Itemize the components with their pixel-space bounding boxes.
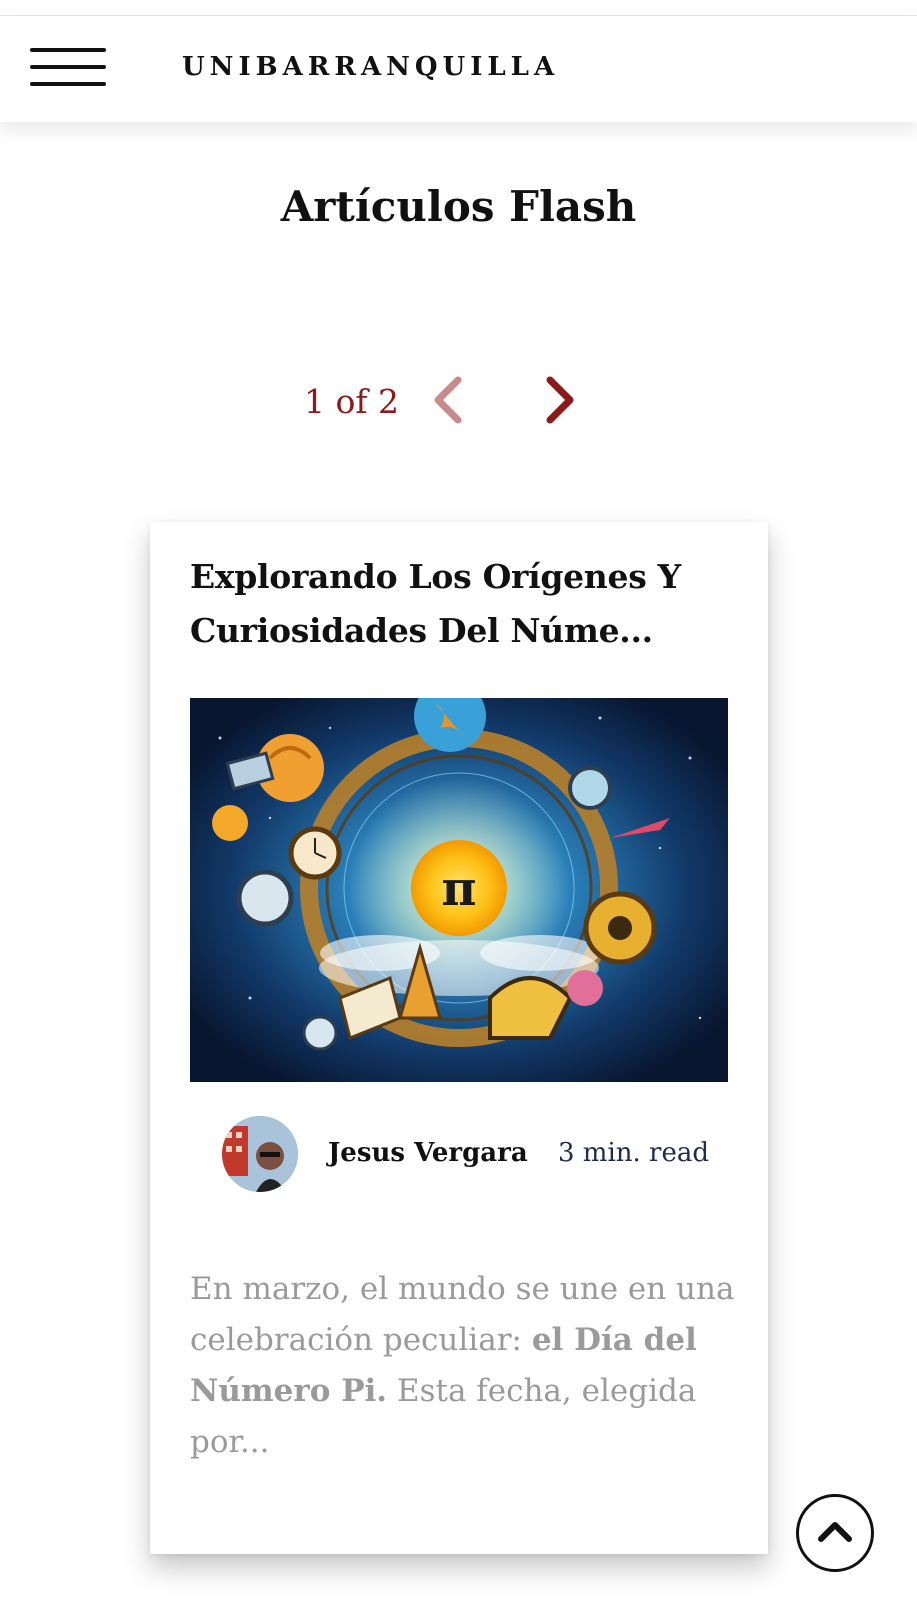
article-meta: Jesus Vergara 3 min. read	[150, 1114, 768, 1194]
svg-text:π: π	[441, 861, 476, 917]
pager-count: 1 of 2	[304, 382, 400, 421]
site-logo[interactable]: UNIBARRANQUILLA	[182, 52, 559, 82]
read-time: 3 min. read	[558, 1138, 710, 1168]
pi-illustration: π	[190, 698, 728, 1082]
carousel-pager: 1 of 2	[0, 370, 917, 430]
site-header: UNIBARRANQUILLA	[0, 16, 917, 122]
chevron-right-icon[interactable]	[540, 374, 580, 426]
article-image[interactable]: π	[190, 698, 728, 1082]
article-card[interactable]: Explorando Los Orígenes Y Curiosidades D…	[150, 522, 768, 1554]
hamburger-menu-icon[interactable]	[30, 46, 106, 90]
chevron-up-icon	[818, 1522, 852, 1542]
status-strip	[0, 0, 917, 16]
scroll-to-top-button[interactable]	[796, 1494, 874, 1572]
author-avatar[interactable]	[222, 1116, 298, 1192]
article-title[interactable]: Explorando Los Orígenes Y Curiosidades D…	[190, 550, 735, 658]
article-excerpt: En marzo, el mundo se une en una celebra…	[190, 1264, 735, 1468]
chevron-left-icon[interactable]	[428, 374, 468, 426]
author-name[interactable]: Jesus Vergara	[328, 1138, 528, 1168]
section-title: Artículos Flash	[280, 182, 637, 231]
